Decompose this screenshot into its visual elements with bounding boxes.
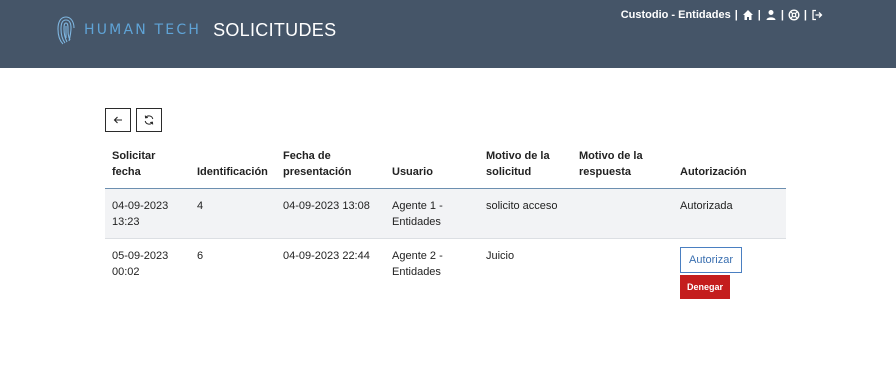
requests-table: Solicitar fecha Identificación Fecha de …: [105, 142, 786, 307]
cell-fecha-presentacion: 04-09-2023 22:44: [283, 250, 370, 262]
table-toolbar: [105, 108, 162, 132]
cell-usuario: Agente 1 - Entidades: [385, 188, 479, 239]
col-solicitar-fecha: Solicitar fecha: [105, 142, 190, 189]
help-circle-icon[interactable]: [788, 9, 800, 21]
col-motivo-respuesta: Motivo de la respuesta: [572, 142, 673, 189]
cell-autorizacion-status: Autorizada: [673, 188, 786, 239]
cell-fecha-presentacion: 04-09-2023 13:08: [276, 188, 385, 239]
page-title: SOLICITUDES: [213, 19, 337, 40]
back-button[interactable]: [105, 108, 131, 132]
user-icon[interactable]: [765, 9, 777, 21]
user-role: Custodio - Entidades: [620, 9, 731, 21]
nav-separator: |: [803, 9, 807, 21]
col-fecha-presentacion: Fecha de presentación: [276, 142, 385, 189]
table-row: 05-09-2023 00:02 6 04-09-2023 22:44 Agen…: [105, 239, 786, 308]
col-motivo-solicitud: Motivo de la solicitud: [479, 142, 572, 189]
cell-motivo-solicitud: solicito acceso: [479, 188, 572, 239]
nav-separator: |: [734, 9, 738, 21]
refresh-icon: [144, 115, 154, 125]
col-usuario: Usuario: [385, 142, 479, 189]
cell-motivo-respuesta: [572, 239, 673, 308]
cell-identificacion: 6: [197, 250, 204, 262]
brand[interactable]: HUMAN TECH SOLICITUDES: [56, 14, 336, 46]
col-identificacion: Identificación: [190, 142, 276, 189]
user-nav: Custodio - Entidades | | | |: [621, 9, 823, 21]
table-header-row: Solicitar fecha Identificación Fecha de …: [105, 142, 786, 189]
nav-separator: |: [757, 9, 761, 21]
nav-separator: |: [780, 9, 784, 21]
deny-button[interactable]: Denegar: [680, 275, 731, 299]
cell-identificacion: 4: [190, 188, 276, 239]
cell-usuario: Agente 2 - Entidades: [392, 250, 443, 278]
col-autorizacion: Autorización: [673, 142, 786, 189]
logout-icon[interactable]: [811, 9, 823, 21]
fingerprint-logo-icon: [57, 16, 75, 45]
cell-motivo-respuesta: [572, 188, 673, 239]
home-icon[interactable]: [742, 9, 754, 21]
cell-solicitar-fecha: 04-09-2023 13:23: [105, 188, 190, 239]
table-row: 04-09-2023 13:23 4 04-09-2023 13:08 Agen…: [105, 188, 786, 239]
back-arrow-icon: [113, 116, 122, 124]
cell-solicitar-fecha: 05-09-2023 00:02: [112, 250, 169, 278]
authorize-button[interactable]: Autorizar: [680, 247, 743, 273]
cell-autorizacion-actions: Autorizar Denegar: [673, 239, 786, 308]
top-header: HUMAN TECH SOLICITUDES Custodio - Entida…: [0, 0, 896, 68]
refresh-button[interactable]: [136, 108, 162, 132]
brand-name: HUMAN TECH: [84, 22, 202, 38]
cell-motivo-solicitud: Juicio: [486, 250, 515, 262]
